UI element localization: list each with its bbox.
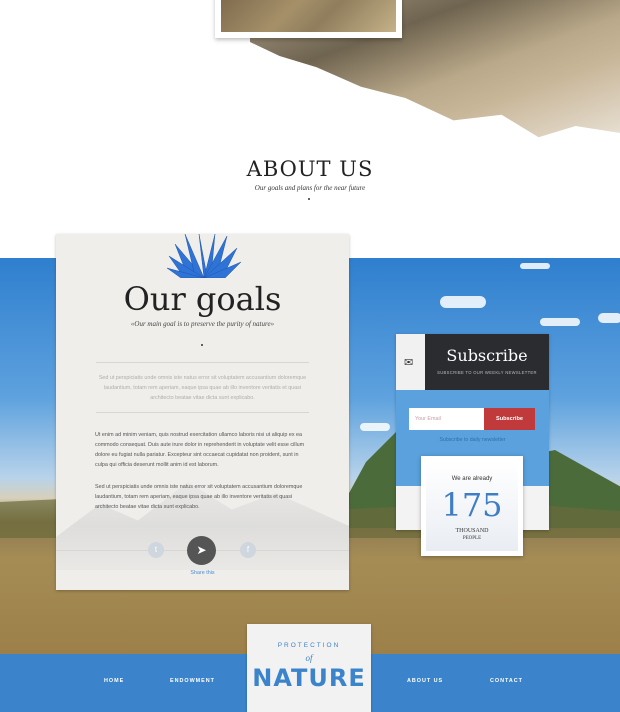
- goals-paragraph-1: Ut enim ad minim veniam, quis nostrud ex…: [95, 432, 305, 468]
- divider: [96, 362, 309, 363]
- about-subtitle: Our goals and plans for the near future: [254, 184, 366, 192]
- framed-photo: [215, 0, 402, 38]
- cloud: [598, 313, 620, 323]
- daily-newsletter-link[interactable]: Subscribe to daily newsletter: [396, 437, 549, 443]
- cloud: [360, 423, 390, 431]
- envelope-icon: ✉: [404, 357, 414, 369]
- email-field[interactable]: [409, 408, 484, 430]
- subscribe-tagline: SUBSCRIBE TO OUR WEEKLY NEWSLETTER: [437, 370, 537, 375]
- framed-photo-image: [221, 0, 396, 32]
- goals-intro-text: Sed ut perspiciatis unde omnis iste natu…: [98, 375, 307, 401]
- twitter-icon[interactable]: t: [148, 542, 164, 558]
- cloud: [520, 263, 550, 269]
- goals-divider-dot: [201, 344, 203, 346]
- cloud: [440, 296, 486, 308]
- goals-paragraph-2: Sed ut perspiciatis unde omnis iste natu…: [95, 484, 303, 510]
- logo-top-text: PROTECTION: [277, 642, 341, 649]
- subscribe-button[interactable]: Subscribe: [484, 408, 535, 430]
- divider: [96, 412, 309, 413]
- share-label[interactable]: Share this: [56, 570, 349, 576]
- counter-already-label: We are already: [451, 476, 493, 482]
- logo-main-text: NATURE: [252, 664, 366, 692]
- about-title: ABOUT US: [246, 157, 374, 181]
- goals-title: Our goals: [123, 280, 282, 318]
- send-icon[interactable]: ➤: [187, 536, 216, 565]
- nav-item-about-us[interactable]: ABOUT US: [407, 678, 443, 684]
- goals-card: Our goals «Our main goal is to preserve …: [56, 234, 349, 590]
- about-divider-dot: [308, 198, 310, 200]
- top-hero: [0, 0, 620, 150]
- facebook-icon[interactable]: f: [240, 542, 256, 558]
- nav-item-contact[interactable]: CONTACT: [490, 678, 523, 684]
- flower-icon: [166, 234, 242, 278]
- subscribe-title: Subscribe: [446, 346, 528, 365]
- subscribe-icon-box: ✉: [396, 334, 425, 390]
- cloud: [540, 318, 580, 326]
- nav-item-home[interactable]: HOME: [104, 678, 124, 684]
- subscribe-header: Subscribe SUBSCRIBE TO OUR WEEKLY NEWSLE…: [425, 334, 549, 390]
- counter-thousand-label: THOUSAND: [455, 528, 489, 534]
- goals-subtitle: «Our main goal is to preserve the purity…: [130, 320, 275, 328]
- subscribe-card: ✉ Subscribe SUBSCRIBE TO OUR WEEKLY NEWS…: [396, 334, 549, 556]
- subscriber-counter: We are already 175 THOUSAND PEOPLE: [421, 456, 523, 556]
- counter-number: 175: [441, 486, 503, 524]
- counter-people-label: PEOPLE: [462, 536, 482, 541]
- logo-of-text: of: [305, 653, 313, 663]
- site-logo[interactable]: PROTECTION of NATURE: [247, 624, 371, 712]
- nav-item-endowment[interactable]: ENDOWMENT: [170, 678, 215, 684]
